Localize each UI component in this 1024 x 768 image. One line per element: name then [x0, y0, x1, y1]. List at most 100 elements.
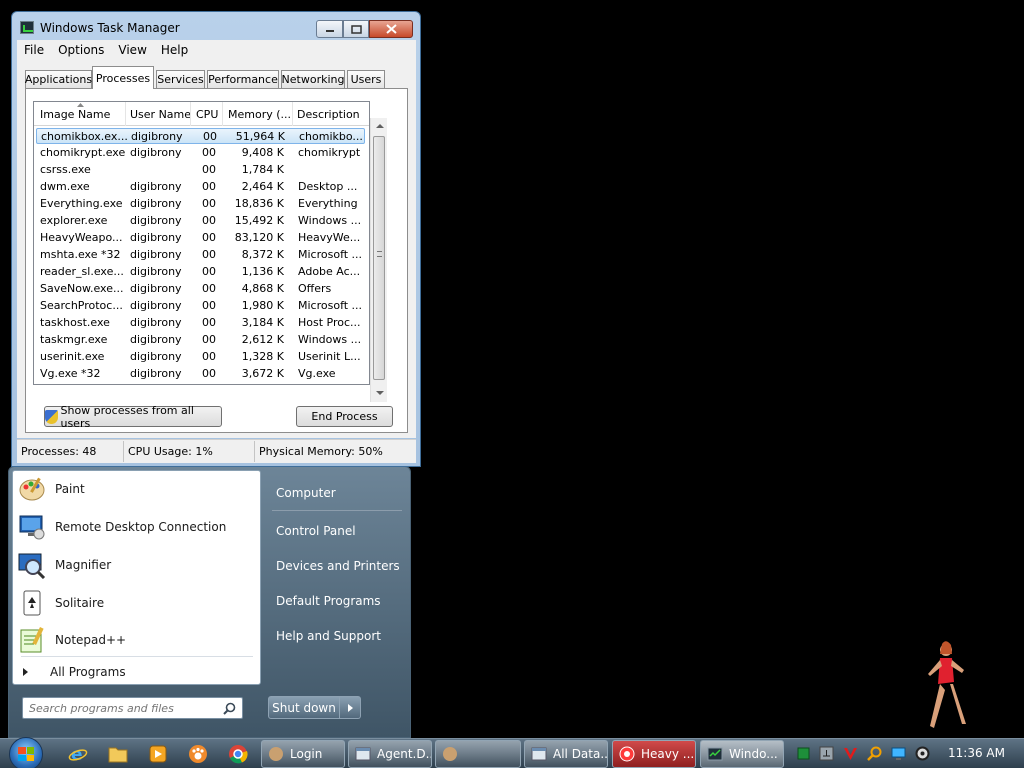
- task-windows-task-manager[interactable]: Windo...: [700, 740, 784, 768]
- shutdown-options-button[interactable]: [340, 696, 361, 719]
- start-item-solitaire[interactable]: Solitaire: [13, 585, 260, 621]
- process-row[interactable]: SearchProtoc... digibrony 00 1,980 K Microso…: [36, 298, 365, 314]
- process-row[interactable]: chomikbox.ex... digibrony 00 51,964 K chomik…: [36, 128, 365, 144]
- start-item-remote-desktop[interactable]: Remote Desktop Connection: [13, 509, 260, 545]
- media-player-icon[interactable]: [146, 742, 170, 766]
- search-tray-icon[interactable]: [867, 746, 882, 761]
- process-list-header: Image Name User Name CPU Memory (... Des…: [34, 102, 369, 126]
- column-description[interactable]: Description: [297, 108, 360, 121]
- paw-app-icon: [269, 747, 283, 761]
- column-divider[interactable]: [125, 102, 126, 126]
- column-memory[interactable]: Memory (...: [228, 108, 291, 121]
- minimize-icon: [325, 30, 334, 32]
- window-icon: [355, 747, 371, 761]
- task-heavy-weapon[interactable]: Heavy ...: [612, 740, 696, 768]
- tab-networking[interactable]: Networking: [281, 70, 345, 88]
- heavy-weapon-icon: [619, 746, 635, 762]
- process-cpu: 00: [202, 146, 216, 159]
- tab-applications[interactable]: Applications: [25, 70, 92, 88]
- scroll-up-icon[interactable]: [376, 124, 384, 128]
- search-icon[interactable]: [223, 702, 236, 718]
- process-row[interactable]: dwm.exe digibrony 00 2,464 K Desktop ...: [36, 179, 365, 195]
- internet-explorer-icon[interactable]: e: [66, 742, 90, 766]
- start-search-box[interactable]: [22, 697, 243, 719]
- process-row[interactable]: csrss.exe 00 1,784 K: [36, 162, 365, 178]
- process-row[interactable]: taskhost.exe digibrony 00 3,184 K Host Proc.…: [36, 315, 365, 331]
- column-user-name[interactable]: User Name: [130, 108, 191, 121]
- process-row[interactable]: chomikrypt.exe digibrony 00 9,408 K chomikry…: [36, 145, 365, 161]
- status-divider: [123, 441, 124, 462]
- start-link-help-support[interactable]: Help and Support: [276, 625, 381, 647]
- column-divider[interactable]: [292, 102, 293, 126]
- shutdown-button[interactable]: Shut down: [268, 696, 340, 719]
- start-item-paint[interactable]: Paint: [13, 471, 260, 507]
- status-physical-memory: Physical Memory: 50%: [259, 445, 383, 458]
- task-login[interactable]: Login: [261, 740, 345, 768]
- start-button[interactable]: [9, 737, 43, 768]
- tab-performance[interactable]: Performance: [207, 70, 279, 88]
- menu-options[interactable]: Options: [51, 43, 111, 57]
- process-row[interactable]: HeavyWeapo... digibrony 00 83,120 K HeavyWe.…: [36, 230, 365, 246]
- volume-icon[interactable]: [915, 746, 930, 761]
- column-cpu[interactable]: CPU: [196, 108, 218, 121]
- chrome-icon[interactable]: [226, 742, 250, 766]
- process-cpu: 00: [202, 163, 216, 176]
- v-icon[interactable]: [843, 746, 858, 761]
- menu-help[interactable]: Help: [154, 43, 195, 57]
- process-row[interactable]: userinit.exe digibrony 00 1,328 K Userinit L…: [36, 349, 365, 365]
- task-agent[interactable]: Agent.D...: [348, 740, 432, 768]
- start-menu: Paint Remote Desktop Connection Magnifie…: [8, 466, 411, 738]
- scrollbar-thumb[interactable]: [373, 136, 385, 380]
- tab-processes[interactable]: Processes: [92, 66, 154, 89]
- process-row[interactable]: SaveNow.exe... digibrony 00 4,868 K Offers: [36, 281, 365, 297]
- process-user-name: digibrony: [130, 214, 182, 227]
- tab-users[interactable]: Users: [347, 70, 385, 88]
- start-link-computer[interactable]: Computer: [276, 482, 336, 504]
- start-link-control-panel[interactable]: Control Panel: [276, 520, 356, 542]
- process-row[interactable]: Everything.exe digibrony 00 18,836 K Everyth…: [36, 196, 365, 212]
- minimize-button[interactable]: [316, 20, 343, 38]
- taskbar-clock[interactable]: 11:36 AM: [948, 746, 1005, 760]
- end-process-button[interactable]: End Process: [296, 406, 393, 427]
- start-link-default-programs[interactable]: Default Programs: [276, 590, 381, 612]
- column-divider[interactable]: [190, 102, 191, 126]
- close-button[interactable]: [369, 20, 413, 38]
- task-all-data[interactable]: All Data...: [524, 740, 608, 768]
- process-description: Windows ...: [298, 214, 362, 227]
- process-list-scrollbar[interactable]: [370, 118, 387, 402]
- maximize-button[interactable]: [343, 20, 369, 38]
- process-image-name: SaveNow.exe...: [40, 282, 124, 295]
- column-divider[interactable]: [222, 102, 223, 126]
- green-square-icon[interactable]: [796, 746, 811, 761]
- show-all-processes-button[interactable]: Show processes from all users: [44, 404, 222, 430]
- start-item-magnifier[interactable]: Magnifier: [13, 547, 260, 583]
- process-row[interactable]: explorer.exe digibrony 00 15,492 K Windows .…: [36, 213, 365, 229]
- menu-file[interactable]: File: [17, 43, 51, 57]
- process-row[interactable]: Vg.exe *32 digibrony 00 3,672 K Vg.exe: [36, 366, 365, 382]
- process-memory: 3,184 K: [241, 316, 284, 329]
- process-row[interactable]: taskmgr.exe digibrony 00 2,612 K Windows ...: [36, 332, 365, 348]
- start-item-notepad-plus-plus[interactable]: Notepad++: [13, 622, 260, 658]
- process-description: Microsoft ...: [298, 299, 363, 312]
- process-row[interactable]: reader_sl.exe... digibrony 00 1,136 K Adobe …: [36, 264, 365, 280]
- all-programs-button[interactable]: All Programs: [13, 659, 260, 685]
- process-row[interactable]: mshta.exe *32 digibrony 00 8,372 K Microsoft…: [36, 247, 365, 263]
- folder-icon[interactable]: [106, 742, 130, 766]
- tab-services[interactable]: Services: [156, 70, 205, 88]
- process-list[interactable]: Image Name User Name CPU Memory (... Des…: [33, 101, 370, 385]
- paw-app-icon[interactable]: [186, 742, 210, 766]
- task-paw-app[interactable]: [435, 740, 521, 768]
- process-cpu: 00: [203, 130, 217, 143]
- start-search-input[interactable]: [29, 701, 209, 715]
- paint-icon: [17, 474, 47, 504]
- network-icon[interactable]: [819, 746, 834, 761]
- column-image-name[interactable]: Image Name: [40, 108, 110, 121]
- scroll-down-icon[interactable]: [376, 391, 384, 395]
- display-icon[interactable]: [891, 746, 906, 761]
- menu-view[interactable]: View: [111, 43, 153, 57]
- close-icon: [385, 24, 397, 34]
- process-image-name: chomikrypt.exe: [40, 146, 126, 159]
- solitaire-icon: [17, 588, 47, 618]
- process-description: Everything: [298, 197, 358, 210]
- start-link-devices-printers[interactable]: Devices and Printers: [276, 555, 400, 577]
